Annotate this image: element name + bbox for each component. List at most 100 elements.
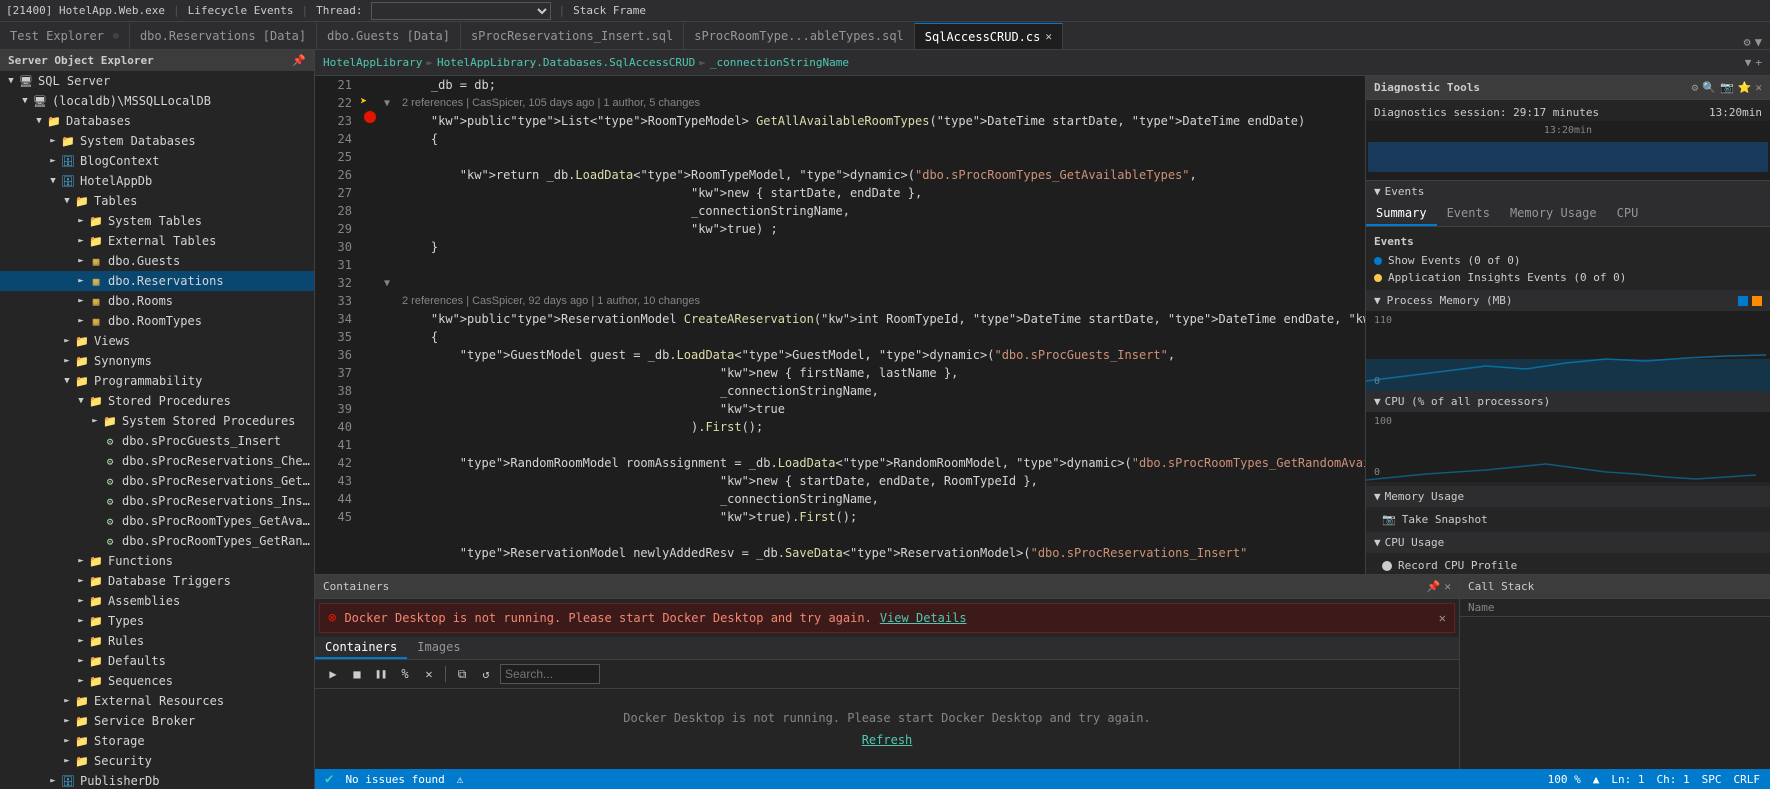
fold-slot[interactable] [380,400,394,418]
tree-arrow[interactable]: ▼ [4,76,18,86]
close-tab-button[interactable]: ✕ [1045,30,1052,43]
sidebar-item[interactable]: ►📁System Tables [0,211,314,231]
filter-icon[interactable]: ▼ [1755,35,1762,49]
copy-button[interactable]: ⧉ [452,664,472,684]
tree-arrow[interactable]: ► [74,576,88,586]
tree-arrow[interactable]: ► [74,236,88,246]
fold-slot[interactable] [380,346,394,364]
fold-slot[interactable] [380,220,394,238]
process-memory-header[interactable]: ▼ Process Memory (MB) [1366,290,1770,311]
breakpoint-slot[interactable] [360,252,380,270]
tab-sproc-reservations-insert[interactable]: sProcReservations_Insert.sql [461,23,684,49]
fold-slot[interactable] [380,76,394,94]
sidebar-item[interactable]: ►▦dbo.RoomTypes [0,311,314,331]
breakpoint-slot[interactable] [360,144,380,162]
fold-slot[interactable] [380,418,394,436]
panel-pin-icon[interactable]: 📌 [1427,580,1441,593]
thread-select[interactable] [371,2,551,20]
fold-slot[interactable] [380,256,394,274]
panel-close-icon[interactable]: ✕ [1444,580,1451,593]
sidebar-item[interactable]: ►▦dbo.Reservations [0,271,314,291]
diag-tab-events[interactable]: Events [1437,202,1500,226]
take-snapshot-row[interactable]: 📷 Take Snapshot [1382,513,1754,526]
tree-arrow[interactable]: ► [60,336,74,346]
breakpoint-slot[interactable] [360,198,380,216]
add-file-icon[interactable]: + [1755,56,1762,69]
breakpoint-slot[interactable] [360,342,380,360]
tree-arrow[interactable]: ▼ [60,196,74,206]
breakpoint-slot[interactable] [360,432,380,450]
sidebar-item[interactable]: ►📁Views [0,331,314,351]
diag-camera-icon[interactable]: 📷 [1720,81,1734,94]
breakpoint-slot[interactable] [360,180,380,198]
sidebar-item[interactable]: ►📁Rules [0,631,314,651]
search-input[interactable] [500,664,600,684]
tree-arrow[interactable]: ► [46,156,60,166]
sidebar-item[interactable]: ►📁System Databases [0,131,314,151]
sidebar-item[interactable]: ▼🗄HotelAppDb [0,171,314,191]
tree-arrow[interactable]: ► [74,616,88,626]
breakpoint-slot[interactable] [360,306,380,324]
tree-arrow[interactable]: ► [74,676,88,686]
tree-arrow[interactable]: ► [60,716,74,726]
tree-arrow[interactable]: ► [74,216,88,226]
images-tab[interactable]: Images [407,637,470,659]
events-section-header[interactable]: ▼ Events [1366,181,1770,202]
sidebar-item[interactable]: ▼🖥(localdb)\MSSQLLocalDB [0,91,314,111]
sidebar-item[interactable]: ►📁Security [0,751,314,771]
sidebar-item[interactable]: ►📁Database Triggers [0,571,314,591]
fold-slot[interactable] [380,292,394,310]
diag-search-icon[interactable]: 🔍 [1702,81,1716,94]
fold-slot[interactable] [380,166,394,184]
percent-button[interactable]: % [395,664,415,684]
tree-arrow[interactable]: ► [74,256,88,266]
fold-slot[interactable] [380,436,394,454]
sidebar-item[interactable]: ►📁External Tables [0,231,314,251]
sidebar-item[interactable]: ⚙dbo.sProcReservations_Insert [0,491,314,511]
breakpoint-slot[interactable] [360,486,380,504]
sidebar-item[interactable]: ►📁Types [0,611,314,631]
breakpoint-slot[interactable] [360,126,380,144]
fold-slot[interactable] [380,490,394,508]
sidebar-item[interactable]: ►📁Sequences [0,671,314,691]
tree-arrow[interactable]: ► [74,636,88,646]
refresh-button[interactable]: ↺ [476,664,496,684]
delete-button[interactable]: ✕ [419,664,439,684]
tab-dbo-reservations[interactable]: dbo.Reservations [Data] [130,23,317,49]
fold-button[interactable]: ▼ [380,274,394,292]
breakpoint-slot[interactable] [360,504,380,522]
diag-tab-summary[interactable]: Summary [1366,202,1437,226]
diag-close-icon[interactable]: ✕ [1755,81,1762,94]
sidebar-item[interactable]: ►▦dbo.Guests [0,251,314,271]
tab-dbo-guests[interactable]: dbo.Guests [Data] [317,23,461,49]
breakpoint-slot[interactable] [360,270,380,288]
fold-button[interactable]: ▼ [380,94,394,112]
breakpoint-slot[interactable] [360,234,380,252]
tree-arrow[interactable]: ► [74,276,88,286]
tree-arrow[interactable]: ► [60,736,74,746]
sidebar-item[interactable]: ⚙dbo.sProcGuests_Insert [0,431,314,451]
tree-arrow[interactable]: ► [88,416,102,426]
sidebar-item[interactable]: ►📁Service Broker [0,711,314,731]
sidebar-item[interactable]: ▼📁Programmability [0,371,314,391]
memory-usage-header[interactable]: ▼ Memory Usage [1366,486,1770,507]
fold-slot[interactable] [380,310,394,328]
tree-arrow[interactable]: ► [60,696,74,706]
sidebar-pin-icon[interactable]: 📌 [292,54,306,67]
breakpoint-slot[interactable] [360,360,380,378]
tree-arrow[interactable]: ► [60,356,74,366]
lifecycle-label[interactable]: Lifecycle Events [188,4,294,17]
diag-star-icon[interactable]: ⭐ [1738,81,1752,94]
breakpoint-slot[interactable] [360,450,380,468]
sidebar-item[interactable]: ►📁Synonyms [0,351,314,371]
code-editor[interactable]: 2122232425262728293031323334353637383940… [315,76,1365,574]
diag-settings-icon[interactable]: ⚙ [1692,81,1699,94]
sidebar-item[interactable]: ►📁Assemblies [0,591,314,611]
breakpoint-slot[interactable] [360,378,380,396]
tree-arrow[interactable]: ► [46,776,60,786]
tree-arrow[interactable]: ► [74,656,88,666]
sidebar-item[interactable]: ▼📁Tables [0,191,314,211]
tree-arrow[interactable]: ► [74,596,88,606]
fold-slot[interactable] [380,130,394,148]
tree-arrow[interactable]: ▼ [18,96,32,106]
